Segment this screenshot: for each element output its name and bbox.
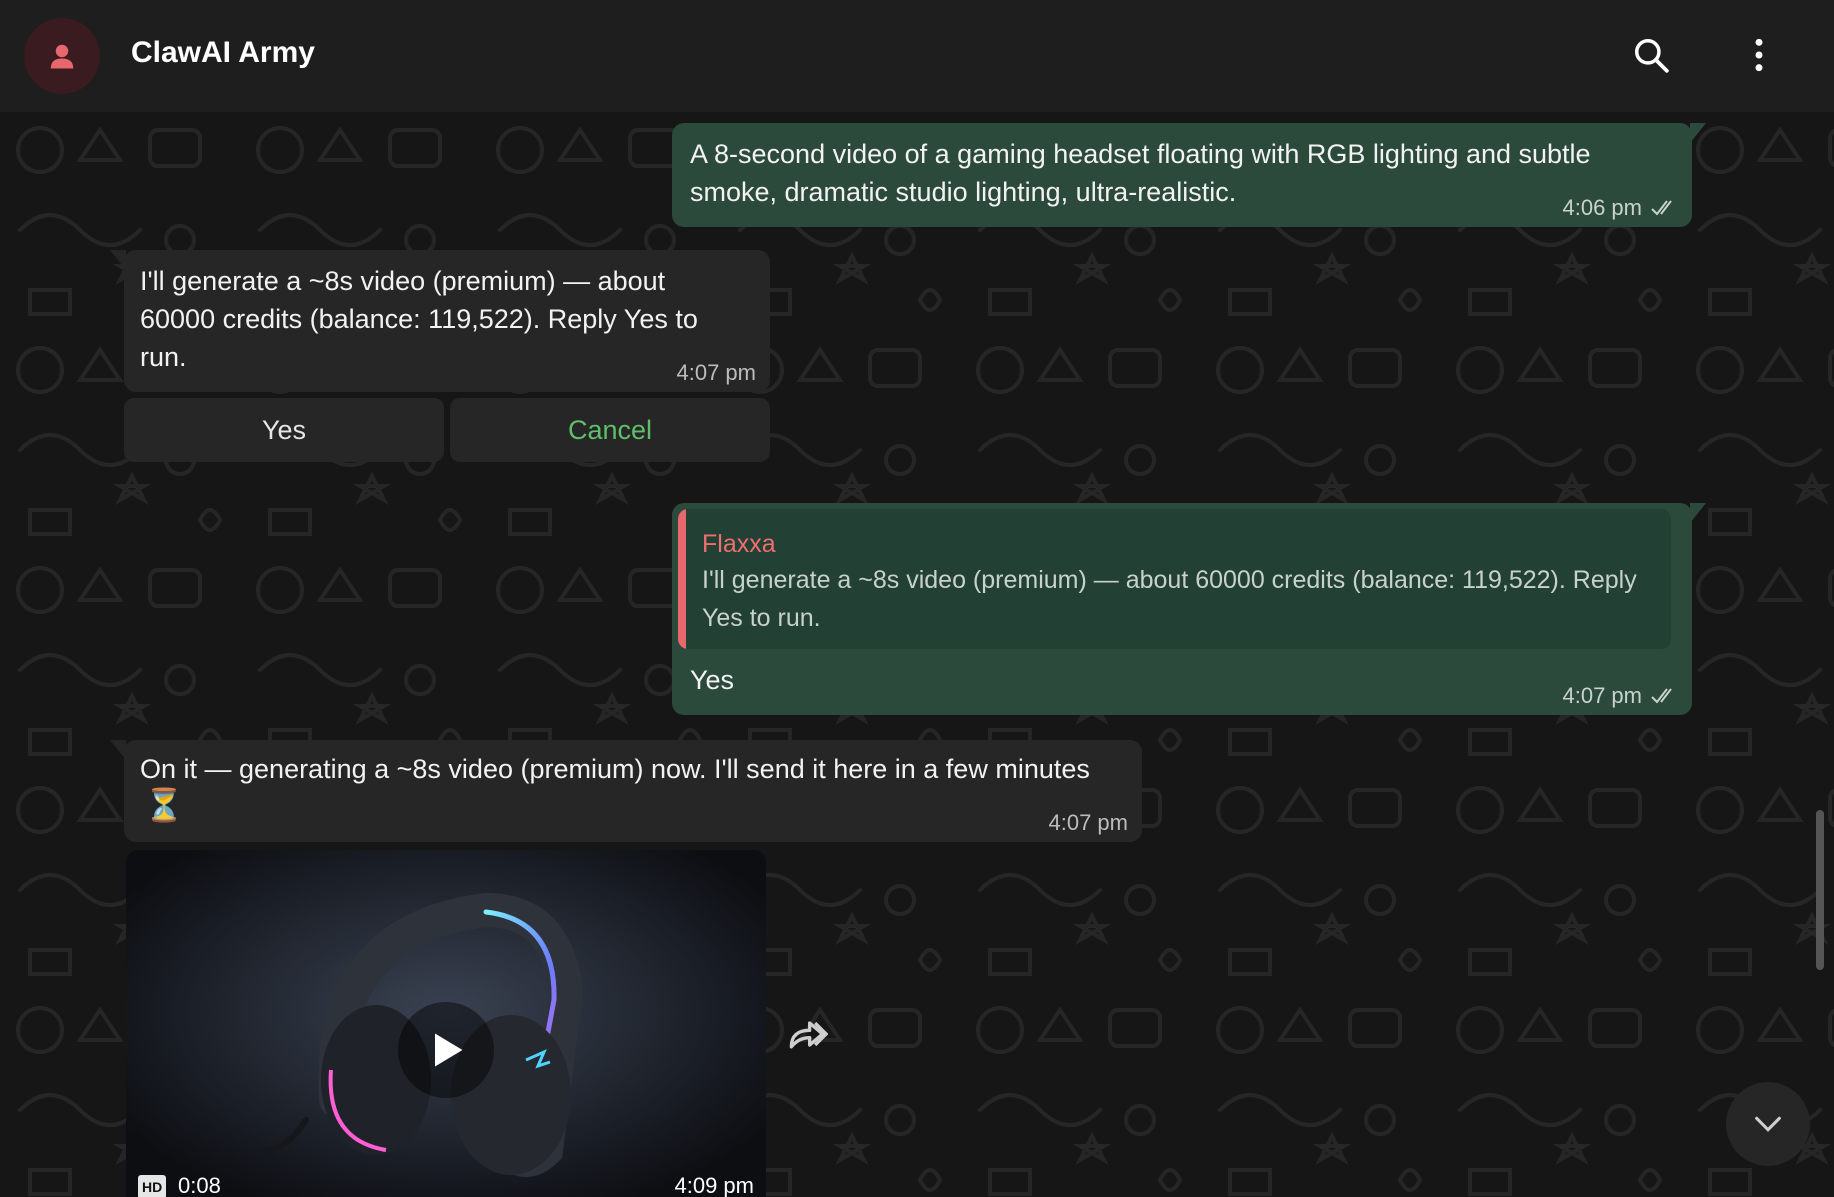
more-vertical-icon: [1755, 38, 1763, 72]
reply-author: Flaxxa: [702, 530, 776, 558]
message-text: On it — generating a ~8s video (premium)…: [140, 754, 1090, 784]
play-icon: [435, 1033, 463, 1067]
chat-title[interactable]: ClawAI Army: [131, 36, 315, 70]
reply-bar: [678, 509, 686, 649]
message-meta: 4:07 pm: [1563, 677, 1679, 715]
message-time: 4:06 pm: [1562, 195, 1643, 220]
bubble-tail: [110, 740, 126, 760]
reply-text: I'll generate a ~8s video (premium) — ab…: [702, 566, 1637, 632]
hd-badge: HD: [138, 1175, 167, 1197]
outgoing-reply-message[interactable]: Flaxxa I'll generate a ~8s video (premiu…: [672, 503, 1706, 715]
outgoing-message[interactable]: A 8-second video of a gaming headset flo…: [672, 123, 1706, 227]
more-options-button[interactable]: [1736, 32, 1782, 78]
message-time: 4:07 pm: [1562, 683, 1643, 708]
message-time: 4:07 pm: [676, 360, 757, 385]
hourglass-emoji: ⏳: [144, 787, 184, 823]
chat-header: ClawAI Army: [0, 0, 1834, 112]
message-time: 4:07 pm: [1048, 810, 1129, 835]
yes-button[interactable]: Yes: [124, 398, 444, 462]
yes-button-label: Yes: [261, 414, 307, 445]
double-check-icon: [1651, 200, 1672, 216]
message-text: I'll generate a ~8s video (premium) — ab…: [140, 266, 698, 372]
scrollbar-thumb[interactable]: [1816, 810, 1824, 970]
cancel-button[interactable]: Cancel: [450, 398, 770, 462]
reply-quote[interactable]: Flaxxa I'll generate a ~8s video (premiu…: [678, 509, 1671, 649]
scroll-to-bottom-button[interactable]: [1726, 1082, 1810, 1166]
chevron-down-icon: [1755, 1116, 1781, 1132]
bubble-tail: [1690, 503, 1706, 523]
incoming-message[interactable]: I'll generate a ~8s video (premium) — ab…: [110, 250, 770, 392]
bubble-tail: [110, 250, 126, 270]
video-message[interactable]: HD 0:08 4:09 pm: [126, 850, 766, 1197]
message-text: A 8-second video of a gaming headset flo…: [690, 139, 1591, 207]
search-button[interactable]: [1628, 32, 1674, 78]
incoming-message[interactable]: On it — generating a ~8s video (premium)…: [110, 740, 1142, 842]
video-duration: 0:08: [178, 1173, 221, 1197]
user-icon: [50, 44, 74, 69]
play-button[interactable]: [398, 1002, 494, 1098]
search-icon: [1635, 39, 1669, 73]
avatar[interactable]: [24, 18, 100, 94]
message-text: Yes: [690, 665, 735, 695]
double-check-icon: [1651, 688, 1672, 704]
scrollbar-track[interactable]: [1816, 112, 1824, 1197]
message-time: 4:09 pm: [674, 1173, 755, 1197]
forward-icon[interactable]: [784, 1012, 828, 1056]
cancel-button-label: Cancel: [567, 414, 653, 445]
bubble-tail: [1690, 123, 1706, 143]
message-meta: 4:06 pm: [1563, 189, 1679, 227]
